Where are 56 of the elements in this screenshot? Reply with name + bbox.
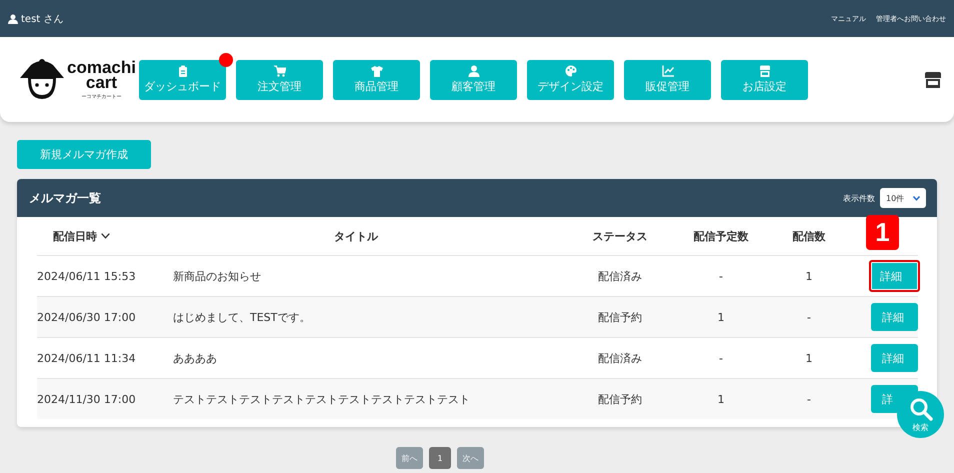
detail-button[interactable]: 詳細: [871, 344, 918, 372]
title-cell-text: はじめまして、TESTです。: [172, 310, 312, 324]
sent-count-cell-text: -: [806, 310, 812, 324]
nav-button[interactable]: デザイン設定: [527, 60, 614, 100]
date-cell-text: 2024/06/30 17:00: [37, 310, 137, 324]
planned-count-cell-text: 1: [716, 310, 726, 324]
chevron-down-icon: [101, 233, 110, 239]
column-header: タイトル: [333, 228, 379, 244]
title-cell-text: ああああ: [172, 350, 218, 366]
status-cell-text: 配信済み: [597, 350, 643, 366]
status-cell-text: 配信済み: [597, 268, 643, 284]
chevron-down-icon: [913, 196, 920, 200]
planned-count-cell-text: -: [718, 352, 724, 364]
shirt-icon: [370, 65, 382, 77]
nav-button[interactable]: 注文管理: [236, 60, 323, 100]
detail-button[interactable]: 詳細: [871, 303, 918, 331]
nav-button[interactable]: 販促管理: [624, 60, 711, 100]
planned-count-cell-text: 1: [716, 392, 726, 406]
sent-count-cell-text: -: [806, 392, 812, 406]
page-size-label: 表示件数: [843, 192, 875, 204]
line-chart-icon: [662, 65, 674, 77]
title-cell-text: 新商品のお知らせ: [172, 268, 262, 284]
user-icon: [8, 14, 18, 24]
sortable-column-header[interactable]: 配信日時: [37, 228, 110, 244]
column-header: 配信数: [792, 228, 826, 244]
column-header: ステータス: [592, 228, 648, 244]
nav-button[interactable]: お店設定: [721, 60, 808, 100]
search-icon: [908, 396, 932, 420]
store-icon[interactable]: [924, 72, 942, 88]
column-header: 配信予定数: [692, 228, 750, 244]
person-icon: [468, 65, 480, 77]
create-newsletter-button[interactable]: 新規メルマガ作成: [17, 140, 151, 169]
callout-number: 1: [866, 215, 899, 250]
sent-count-cell-text: 1: [804, 352, 814, 364]
status-cell-text: 配信予約: [597, 392, 643, 406]
status-cell-text: 配信予約: [597, 310, 643, 324]
detail-button[interactable]: 詳細: [869, 260, 920, 292]
pagination-button[interactable]: 1: [429, 447, 451, 469]
nav-button[interactable]: 商品管理: [333, 60, 420, 100]
logo-text: comachi cart: [67, 60, 136, 90]
date-cell-text: 2024/06/11 15:53: [37, 270, 137, 282]
search-button[interactable]: 検索: [897, 391, 944, 438]
sent-count-cell-text: 1: [804, 270, 814, 282]
title-cell-text: テストテストテストテストテストテストテストテストテスト: [172, 392, 471, 406]
date-cell-text: 2024/11/30 17:00: [37, 392, 137, 406]
cart-icon: [274, 65, 286, 77]
date-cell-text: 2024/06/11 11:34: [37, 352, 137, 364]
palette-icon: [564, 65, 576, 77]
nav-button[interactable]: 顧客管理: [430, 60, 517, 100]
panel-title: メルマガ一覧: [29, 190, 101, 206]
clipboard-icon: [176, 65, 188, 77]
store-icon: [758, 65, 770, 77]
page-size-select[interactable]: 10件: [880, 188, 926, 208]
user-name[interactable]: test さん: [21, 12, 64, 26]
planned-count-cell-text: -: [718, 270, 724, 282]
nav-button[interactable]: ダッシュボード: [139, 60, 226, 100]
